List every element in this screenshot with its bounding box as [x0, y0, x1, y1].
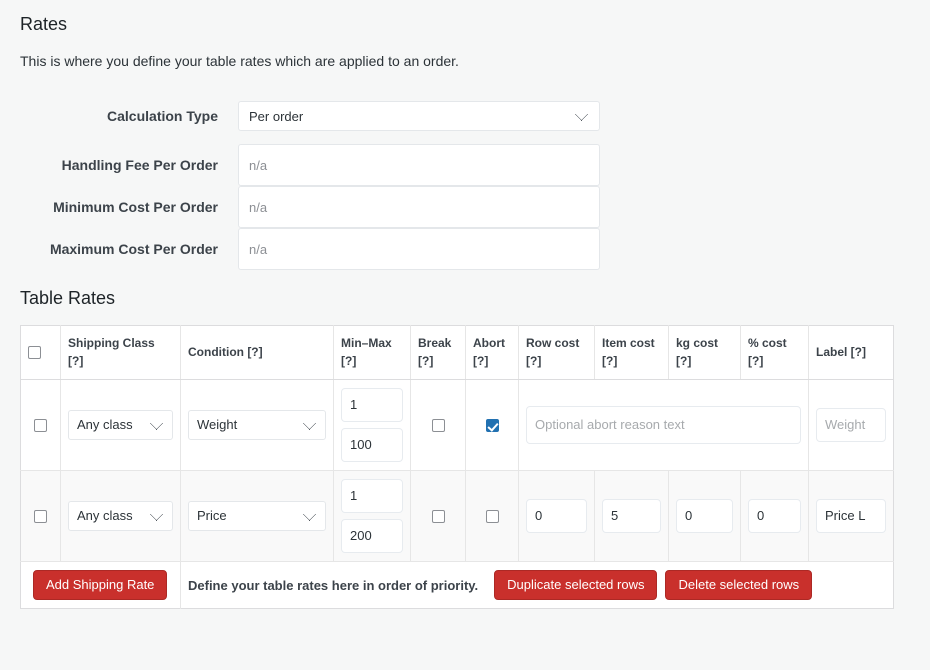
settings-form: Calculation Type Per order Handling Fee … [20, 88, 620, 270]
row-kg-cost-input[interactable] [676, 499, 733, 533]
footer-actions-cell: Define your table rates here in order of… [181, 561, 894, 608]
row-select-cell [21, 470, 61, 561]
row-label-cell [809, 470, 894, 561]
row-item-cost-input[interactable] [602, 499, 661, 533]
field-row-minimum-cost: Minimum Cost Per Order [20, 186, 620, 228]
header-abort: Abort [?] [466, 326, 519, 380]
row-condition-cell: Weight [181, 379, 334, 470]
select-all-header [21, 326, 61, 380]
rates-header-row: Shipping Class [?] Condition [?] Min–Max… [21, 326, 894, 380]
header-shipping-class: Shipping Class [?] [61, 326, 181, 380]
row-break-checkbox[interactable] [432, 419, 445, 432]
calculation-type-label: Calculation Type [20, 88, 238, 144]
row-row-cost-cell [519, 470, 595, 561]
rates-table-wrapper: Shipping Class [?] Condition [?] Min–Max… [20, 325, 930, 609]
add-shipping-rate-button[interactable]: Add Shipping Rate [33, 570, 167, 600]
row-max-input[interactable] [341, 519, 403, 553]
table-row: Any class Weight [21, 379, 894, 470]
table-row: Any class Price [21, 470, 894, 561]
page-title: Rates [20, 0, 930, 37]
row-select-checkbox[interactable] [34, 510, 47, 523]
maximum-cost-cell [238, 228, 620, 270]
row-condition-cell: Price [181, 470, 334, 561]
row-abort-reason-cell [519, 379, 809, 470]
row-break-cell [411, 470, 466, 561]
header-kg-cost: kg cost [?] [669, 326, 741, 380]
row-label-cell [809, 379, 894, 470]
row-abort-cell [466, 379, 519, 470]
header-row-cost: Row cost [?] [519, 326, 595, 380]
row-select-cell [21, 379, 61, 470]
row-select-checkbox[interactable] [34, 419, 47, 432]
minimum-cost-cell [238, 186, 620, 228]
row-min-input[interactable] [341, 388, 403, 422]
row-abort-reason-input[interactable] [526, 406, 801, 444]
header-min-max: Min–Max [?] [334, 326, 411, 380]
rates-footer-row: Add Shipping Rate Define your table rate… [21, 561, 894, 608]
handling-fee-cell [238, 144, 620, 186]
row-min-input[interactable] [341, 479, 403, 513]
maximum-cost-input[interactable] [238, 228, 600, 270]
row-abort-checkbox[interactable] [486, 510, 499, 523]
row-label-input[interactable] [816, 499, 886, 533]
row-min-max-cell [334, 379, 411, 470]
calculation-type-select[interactable]: Per order [238, 101, 600, 131]
row-abort-cell [466, 470, 519, 561]
row-label-input[interactable] [816, 408, 886, 442]
section-description: This is where you define your table rate… [20, 51, 930, 72]
row-condition-select[interactable]: Price [188, 501, 326, 531]
row-min-max-cell [334, 470, 411, 561]
rates-settings-page: Rates This is where you define your tabl… [0, 0, 930, 670]
row-shipping-class-cell: Any class [61, 379, 181, 470]
field-row-handling-fee: Handling Fee Per Order [20, 144, 620, 186]
header-item-cost: Item cost [?] [595, 326, 669, 380]
minimum-cost-label: Minimum Cost Per Order [20, 186, 238, 228]
calculation-type-cell: Per order [238, 88, 620, 144]
row-abort-checkbox[interactable] [486, 419, 499, 432]
row-break-checkbox[interactable] [432, 510, 445, 523]
header-break: Break [?] [411, 326, 466, 380]
row-kg-cost-cell [669, 470, 741, 561]
header-percent-cost: % cost [?] [741, 326, 809, 380]
delete-selected-rows-button[interactable]: Delete selected rows [665, 570, 812, 600]
row-item-cost-cell [595, 470, 669, 561]
row-break-cell [411, 379, 466, 470]
header-label: Label [?] [809, 326, 894, 380]
row-percent-cost-input[interactable] [748, 499, 801, 533]
rates-table: Shipping Class [?] Condition [?] Min–Max… [20, 325, 894, 609]
handling-fee-label: Handling Fee Per Order [20, 144, 238, 186]
row-condition-select[interactable]: Weight [188, 410, 326, 440]
header-condition: Condition [?] [181, 326, 334, 380]
row-percent-cost-cell [741, 470, 809, 561]
row-shipping-class-select[interactable]: Any class [68, 410, 173, 440]
handling-fee-input[interactable] [238, 144, 600, 186]
footer-note: Define your table rates here in order of… [188, 578, 478, 593]
row-max-input[interactable] [341, 428, 403, 462]
maximum-cost-label: Maximum Cost Per Order [20, 228, 238, 270]
minimum-cost-input[interactable] [238, 186, 600, 228]
duplicate-selected-rows-button[interactable]: Duplicate selected rows [494, 570, 657, 600]
table-rates-title: Table Rates [20, 270, 930, 309]
field-row-maximum-cost: Maximum Cost Per Order [20, 228, 620, 270]
select-all-checkbox[interactable] [28, 346, 41, 359]
field-row-calculation-type: Calculation Type Per order [20, 88, 620, 144]
row-row-cost-input[interactable] [526, 499, 587, 533]
row-shipping-class-cell: Any class [61, 470, 181, 561]
add-rate-cell: Add Shipping Rate [21, 561, 181, 608]
row-shipping-class-select[interactable]: Any class [68, 501, 173, 531]
